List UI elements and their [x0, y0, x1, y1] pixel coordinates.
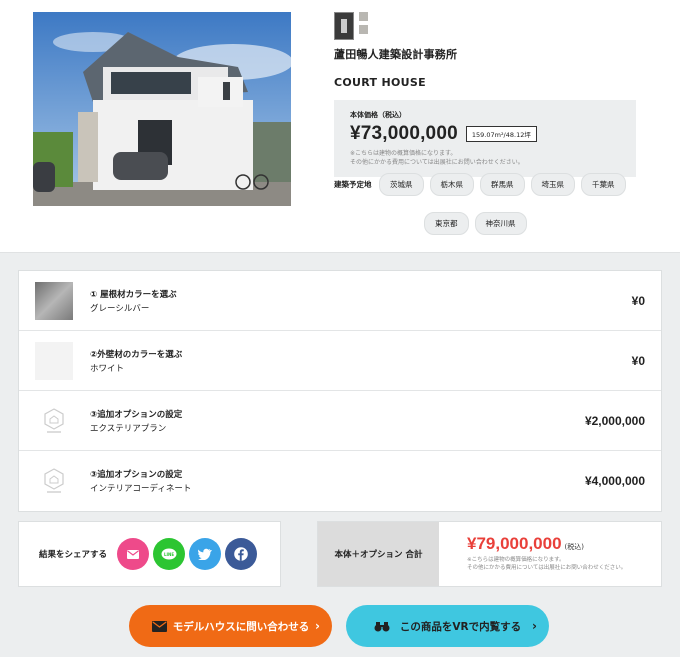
location-tag[interactable]: 千葉県 — [581, 173, 626, 196]
price-note-1: ※こちらは建物の概算価格になります。 — [350, 150, 457, 157]
base-price: ¥73,000,000 — [350, 123, 458, 144]
total-note-2: その他にかかる費用については出展社にお問い合わせください。 — [467, 564, 627, 571]
total-label: 本体＋オプション 合計 — [318, 522, 439, 586]
thumbnail[interactable] — [359, 12, 368, 21]
option-price: ¥0 — [631, 353, 645, 368]
option-title: ③追加オプションの設定 — [90, 470, 183, 480]
location-tag[interactable]: 栃木県 — [429, 173, 474, 196]
build-locations: 建築予定地 茨城県 栃木県 群馬県 埼玉県 千葉県 東京都 神奈川県 — [334, 173, 639, 235]
white-swatch-icon — [35, 341, 73, 380]
option-list: ① 屋根材カラーを選ぶ グレーシルバー ¥0 ②外壁材のカラーを選ぶ ホワイト … — [18, 270, 662, 512]
house-main-image[interactable] — [33, 12, 291, 206]
location-tag[interactable]: 神奈川県 — [474, 212, 527, 235]
placeholder-logo-icon — [35, 462, 73, 500]
vr-preview-button[interactable]: この商品をVRで内覧する › — [346, 605, 549, 647]
mail-icon — [127, 549, 140, 559]
option-row-roof-color[interactable]: ① 屋根材カラーを選ぶ グレーシルバー ¥0 — [19, 271, 661, 331]
total-panel: 本体＋オプション 合計 ¥79,000,000 (税込) ※こちらは建物の概算価格… — [317, 521, 662, 587]
option-price: ¥2,000,000 — [584, 413, 645, 428]
option-price: ¥0 — [631, 293, 645, 308]
svg-text:LINE: LINE — [164, 552, 174, 557]
price-label: 本体価格（税込） — [350, 111, 406, 119]
image-thumbnails — [334, 12, 644, 42]
total-note-1: ※こちらは建物の概算価格になります。 — [467, 557, 565, 563]
chevron-right-icon: › — [315, 619, 320, 633]
line-icon: LINE — [161, 548, 177, 559]
house-name: COURT HOUSE — [334, 76, 426, 89]
thumbnail-active[interactable] — [334, 12, 354, 40]
price-note-2: その他にかかる費用については出展社にお問い合わせください。 — [350, 159, 524, 166]
share-twitter-button[interactable] — [189, 538, 222, 570]
floor-area-badge: 159.07m²/48.12坪 — [465, 126, 537, 142]
location-tag[interactable]: 東京都 — [424, 212, 469, 235]
share-label: 結果をシェアする — [39, 550, 108, 560]
thumbnail[interactable] — [359, 25, 368, 34]
share-panel: 結果をシェアする LINE — [18, 521, 281, 587]
option-value: エクステリアプラン — [90, 423, 167, 434]
share-mail-button[interactable] — [117, 538, 150, 570]
total-price: ¥79,000,000 — [467, 534, 562, 553]
option-value: グレーシルバー — [90, 303, 150, 314]
option-title: ②外壁材のカラーを選ぶ — [90, 349, 183, 360]
option-row-exterior[interactable]: ③追加オプションの設定 エクステリアプラン ¥2,000,000 — [19, 391, 661, 451]
product-summary: 蘆田暢人建築設計事務所 COURT HOUSE 本体価格（税込） ¥73,000… — [0, 0, 680, 253]
option-price: ¥4,000,000 — [584, 474, 645, 488]
location-label: 建築予定地 — [334, 180, 372, 189]
option-row-interior[interactable]: ③追加オプションの設定 インテリアコーディネート ¥4,000,000 — [19, 451, 661, 511]
option-value: ホワイト — [90, 363, 125, 374]
twitter-icon — [198, 548, 212, 560]
vr-button-label: この商品をVRで内覧する — [399, 620, 522, 633]
option-value: インテリアコーディネート — [90, 484, 192, 494]
envelope-icon — [151, 620, 167, 632]
gray-swatch-icon — [35, 281, 73, 320]
location-tag[interactable]: 埼玉県 — [530, 173, 575, 196]
placeholder-logo-icon — [35, 402, 73, 440]
facebook-icon — [234, 547, 248, 561]
location-tag[interactable]: 茨城県 — [379, 173, 424, 196]
binoculars-icon — [374, 621, 390, 631]
total-tax: (税込) — [564, 543, 585, 551]
chevron-right-icon: › — [532, 619, 537, 633]
location-tag[interactable]: 群馬県 — [480, 173, 525, 196]
share-facebook-button[interactable] — [225, 538, 258, 570]
option-title: ① 屋根材カラーを選ぶ — [90, 289, 177, 300]
contact-model-house-button[interactable]: モデルハウスに問い合わせる › — [129, 605, 332, 647]
share-line-button[interactable]: LINE — [153, 538, 186, 570]
company-name: 蘆田暢人建築設計事務所 — [334, 48, 458, 61]
option-title: ③追加オプションの設定 — [90, 409, 183, 420]
contact-button-label: モデルハウスに問い合わせる — [172, 620, 310, 633]
option-row-wall-color[interactable]: ②外壁材のカラーを選ぶ ホワイト ¥0 — [19, 331, 661, 391]
price-box: 本体価格（税込） ¥73,000,000 159.07m²/48.12坪 ※こち… — [334, 100, 636, 177]
